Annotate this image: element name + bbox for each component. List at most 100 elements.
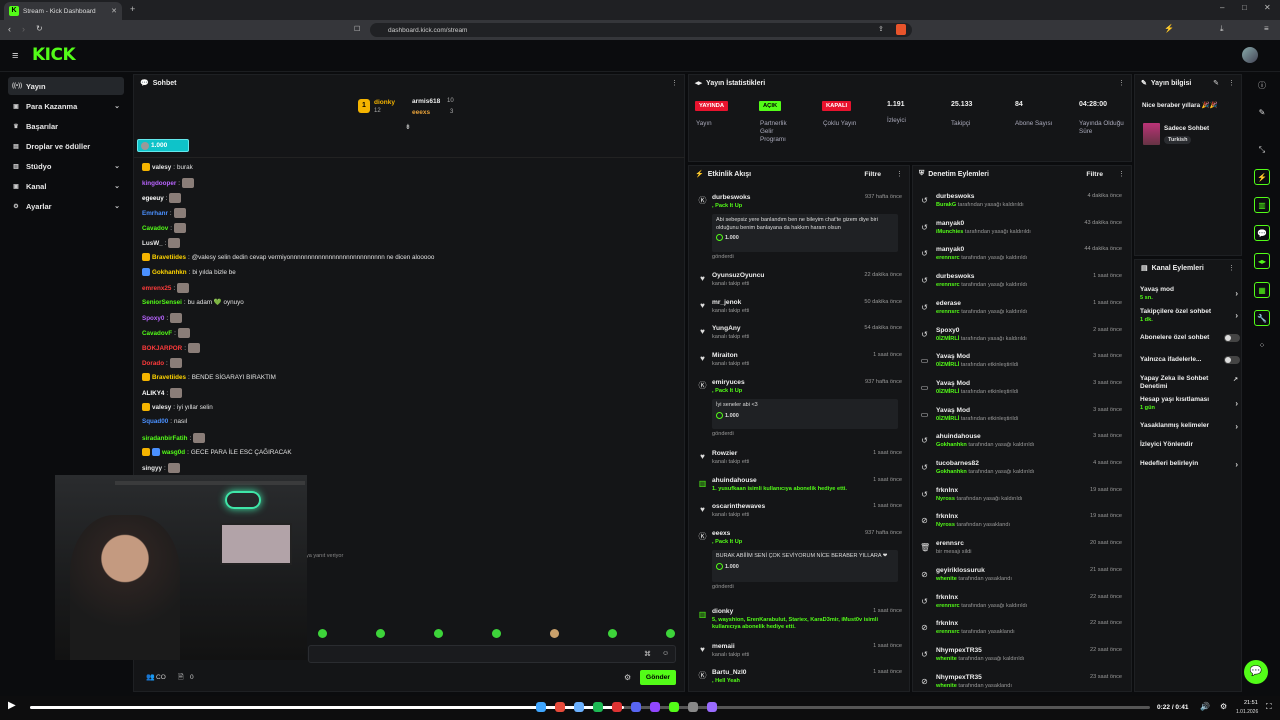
download-icon[interactable]: ⤓ bbox=[1220, 24, 1224, 34]
floating-chat-button[interactable]: 💬 bbox=[1244, 660, 1268, 684]
seek-bar[interactable] bbox=[30, 706, 1150, 709]
channel-action-item[interactable]: Hedefleri belirleyin › bbox=[1140, 460, 1240, 469]
moderator-name[interactable]: Gokhanhkn bbox=[936, 469, 967, 475]
taskbar-app-icon[interactable] bbox=[555, 702, 565, 712]
chat-username[interactable]: wasg0d bbox=[162, 449, 185, 456]
activity-item[interactable]: ♥ Rowzier kanalı takip etti 1 saat önce bbox=[694, 450, 906, 470]
bookmark-icon[interactable]: ☐ bbox=[354, 25, 360, 33]
taskbar-app-icon[interactable] bbox=[593, 702, 603, 712]
chat-username[interactable]: SeniorSensei bbox=[142, 299, 182, 306]
chat-username[interactable]: CavadovF bbox=[142, 330, 172, 337]
moderator-name[interactable]: erennsrc bbox=[936, 629, 960, 635]
activity-item[interactable]: ♥ OyunsuzOyuncu kanalı takip etti 22 dakika… bbox=[694, 272, 906, 292]
forward-icon[interactable]: › bbox=[22, 24, 25, 34]
moderator-name[interactable]: Nyross bbox=[936, 522, 955, 528]
activity-name[interactable]: OyunsuzOyuncu bbox=[712, 272, 764, 279]
chat-username[interactable]: LusW_ bbox=[142, 240, 163, 247]
info-icon[interactable]: ⓘ bbox=[1254, 78, 1270, 94]
moderation-target[interactable]: tucobarnes82 bbox=[936, 460, 979, 467]
chat-username[interactable]: emrenx25 bbox=[142, 285, 171, 292]
stats-menu-icon[interactable]: ⋮ bbox=[1118, 79, 1125, 87]
moderation-target[interactable]: Yavaş Mod bbox=[936, 353, 970, 360]
rail-wrench-icon[interactable]: 🔧 bbox=[1254, 310, 1270, 326]
moderation-item[interactable]: ↺ durbeswoks BurakG tarafından yasağı kald… bbox=[916, 193, 1128, 215]
moderator-name[interactable]: erennsrc bbox=[936, 255, 960, 261]
moderation-item[interactable]: ▭ Yavaş Mod 0İZMİRLİ tarafından etkinleşti… bbox=[916, 407, 1128, 429]
send-button[interactable]: Gönder bbox=[640, 670, 676, 685]
third-name[interactable]: eeexs bbox=[412, 109, 430, 116]
chat-settings-icon[interactable]: ⚙ bbox=[624, 673, 631, 682]
moderation-item[interactable]: ↺ frknlnx Nyross tarafından yasağı kaldırı… bbox=[916, 487, 1128, 509]
activity-item[interactable]: ♥ YungAny kanalı takip etti 54 dakika önce bbox=[694, 325, 906, 345]
rail-chat-icon[interactable]: 💬 bbox=[1254, 225, 1270, 241]
close-tab-icon[interactable]: ✕ bbox=[111, 7, 117, 15]
chat-username[interactable]: ALIKY4 bbox=[142, 390, 164, 397]
moderation-target[interactable]: manyak0 bbox=[936, 220, 964, 227]
volume-icon[interactable]: 🔊 bbox=[1200, 702, 1210, 711]
chat-menu-icon[interactable]: ⋮ bbox=[671, 79, 678, 87]
channel-action-item[interactable]: Hesap yaşı kısıtlaması 1 gün › bbox=[1140, 396, 1240, 411]
taskbar-app-icon[interactable] bbox=[688, 702, 698, 712]
moderator-name[interactable]: erennsrc bbox=[936, 603, 960, 609]
extension-icon[interactable]: ⚡ bbox=[1164, 24, 1174, 33]
moderator-name[interactable]: 0İZMİRLİ bbox=[936, 336, 959, 342]
taskbar-app-icon[interactable] bbox=[650, 702, 660, 712]
new-tab-icon[interactable]: + bbox=[130, 4, 135, 14]
activity-item[interactable]: Ⓚdurbeswoks , Pack It Up 937 hafta önce Abi… bbox=[694, 194, 906, 260]
goal-bar[interactable]: 1.000 bbox=[137, 139, 189, 152]
brave-shield-icon[interactable] bbox=[896, 24, 906, 35]
moderation-item[interactable]: ↺ ahuindahouse Gokhanhkn tarafından yasağı… bbox=[916, 433, 1128, 455]
moderation-target[interactable]: NhympexTR35 bbox=[936, 647, 982, 654]
category-name[interactable]: Sadece Sohbet bbox=[1164, 125, 1209, 132]
moderator-name[interactable]: erennsrc bbox=[936, 309, 960, 315]
moderator-name[interactable]: 0İZMİRLİ bbox=[936, 416, 959, 422]
moderation-item[interactable]: ↺ NhympexTR35 whenite tarafından yasağı ka… bbox=[916, 647, 1128, 669]
close-window-icon[interactable]: ✕ bbox=[1264, 3, 1271, 12]
share-icon[interactable]: ⇪ bbox=[878, 25, 884, 33]
moderation-target[interactable]: durbeswoks bbox=[936, 193, 974, 200]
moderation-item[interactable]: ⊘ geyiriklossuruk whenite tarafından yasak… bbox=[916, 567, 1128, 589]
rail-doc-icon[interactable]: ▥ bbox=[1254, 197, 1270, 213]
moderation-item[interactable]: ↺ durbeswoks erennsrc tarafından yasağı ka… bbox=[916, 273, 1128, 295]
chat-username[interactable]: egeeuy bbox=[142, 195, 164, 202]
sidebar-item-4[interactable]: ▥ Stüdyo ⌄ bbox=[8, 157, 124, 175]
second-name[interactable]: armis618 bbox=[412, 98, 440, 105]
moderator-name[interactable]: erennsrc bbox=[936, 282, 960, 288]
activity-item[interactable]: ▥ ahuindahouse 1. yusufkaan isimli kullanı… bbox=[694, 477, 906, 497]
chat-username[interactable]: valesy bbox=[152, 164, 171, 171]
chat-username[interactable]: Bravetiides bbox=[152, 374, 186, 381]
moderation-item[interactable]: ↺ manyak0 erennsrc tarafından yasağı kaldı… bbox=[916, 246, 1128, 268]
moderation-target[interactable]: durbeswoks bbox=[936, 273, 974, 280]
moderation-filter-button[interactable]: Filtre bbox=[1086, 171, 1103, 178]
moderator-name[interactable]: iMunchies bbox=[936, 229, 963, 235]
channel-action-item[interactable]: Takipçilere özel sohbet 1 dk. › bbox=[1140, 308, 1240, 323]
moderator-name[interactable]: whenite bbox=[936, 683, 957, 689]
channel-action-item[interactable]: Yasaklanmış kelimeler › bbox=[1140, 422, 1240, 431]
taskbar-app-icon[interactable] bbox=[536, 702, 546, 712]
channel-actions-menu-icon[interactable]: ⋮ bbox=[1228, 264, 1235, 272]
moderation-target[interactable]: frknlnx bbox=[936, 594, 958, 601]
activity-name[interactable]: eeexs bbox=[712, 530, 730, 537]
moderator-name[interactable]: Gokhanhkn bbox=[936, 442, 967, 448]
quick-emote-icon[interactable] bbox=[434, 629, 443, 638]
chat-username[interactable]: Dorado bbox=[142, 360, 164, 367]
activity-filter-button[interactable]: Filtre bbox=[864, 171, 881, 178]
hamburger-icon[interactable]: ≡ bbox=[12, 50, 18, 62]
chat-username[interactable]: Spoxy0 bbox=[142, 315, 164, 322]
chat-username[interactable]: Gokhanhkn bbox=[152, 269, 187, 276]
sidebar-item-0[interactable]: ((•)) Yayın bbox=[8, 77, 124, 95]
moderation-item[interactable]: ↺ frknlnx erennsrc tarafından yasağı kaldı… bbox=[916, 594, 1128, 616]
sidebar-item-6[interactable]: ⚙ Ayarlar ⌄ bbox=[8, 197, 124, 215]
chat-username[interactable]: singyy bbox=[142, 465, 162, 472]
browser-tab[interactable]: K Stream - Kick Dashboard ✕ bbox=[4, 2, 122, 20]
chat-username[interactable]: Cavadov bbox=[142, 225, 168, 232]
rail-stats-icon[interactable]: ◂▸ bbox=[1254, 253, 1270, 269]
moderation-target[interactable]: frknlnx bbox=[936, 620, 958, 627]
taskbar-app-icon[interactable] bbox=[707, 702, 717, 712]
activity-item[interactable]: ♥ memaii kanalı takip etti 1 saat önce bbox=[694, 643, 906, 663]
moderation-target[interactable]: ederase bbox=[936, 300, 961, 307]
quick-emote-icon[interactable] bbox=[550, 629, 559, 638]
moderator-name[interactable]: 0İZMİRLİ bbox=[936, 362, 959, 368]
activity-name[interactable]: Miraiton bbox=[712, 352, 738, 359]
menu-icon[interactable]: ≡ bbox=[1264, 24, 1269, 33]
